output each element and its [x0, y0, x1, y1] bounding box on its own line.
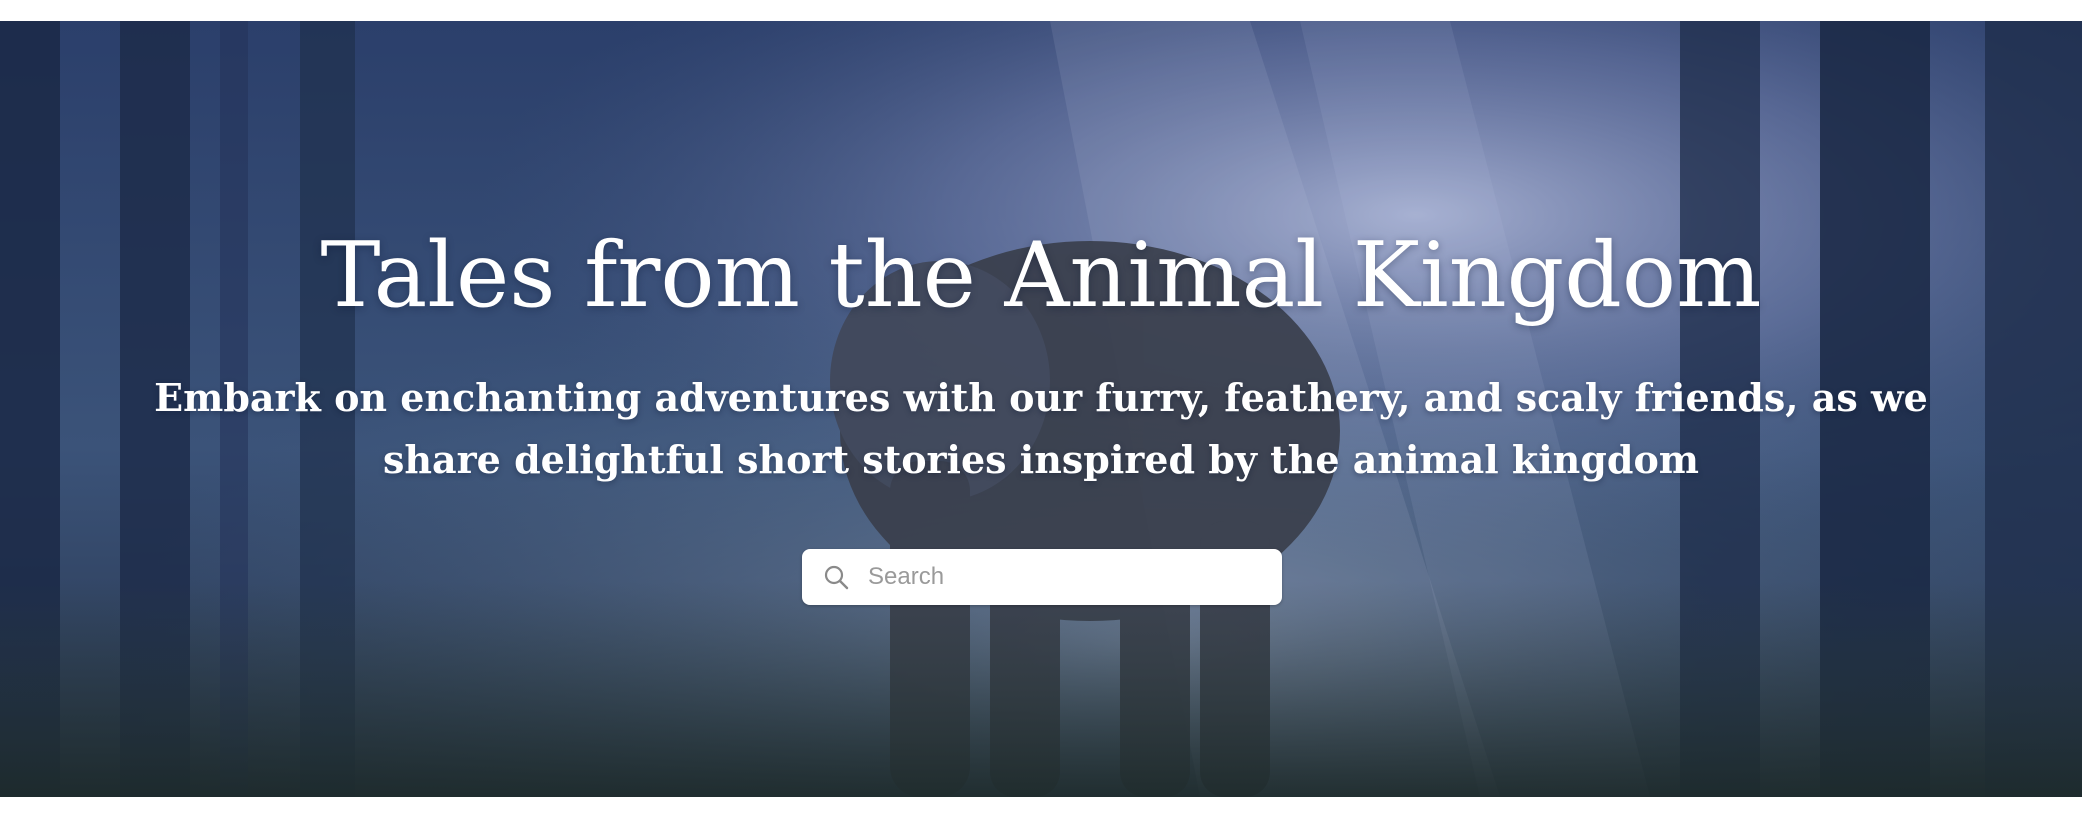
hero-subtitle: Embark on enchanting adventures with our…: [154, 375, 1928, 482]
search-input[interactable]: [868, 557, 1268, 597]
hero-banner: Tales from the Animal Kingdom Embark on …: [0, 21, 2082, 797]
hero-content: Tales from the Animal Kingdom Embark on …: [0, 21, 2082, 797]
search-bar[interactable]: [802, 549, 1282, 605]
hero-title: Tales from the Animal Kingdom: [320, 223, 1762, 328]
search-icon: [824, 565, 849, 590]
